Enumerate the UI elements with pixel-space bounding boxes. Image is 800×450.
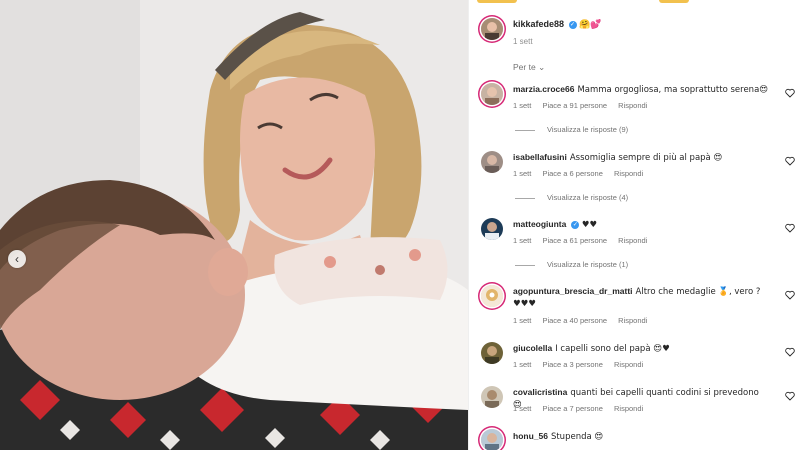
view-replies-button[interactable]: Visualizza le risposte (1) [515,260,628,269]
photo-illustration [0,0,468,450]
post-photo[interactable]: ‹ [0,0,468,450]
heart-outline-icon[interactable] [785,156,795,166]
likes-count[interactable]: Piace a 91 persone [542,101,607,110]
comment-time: 1 sett [513,404,532,413]
comment-text: Assomiglia sempre di più al papà 😍 [569,153,723,163]
comment-text-line: isabellafusini Assomiglia sempre di più a… [513,152,769,164]
replies-divider [515,129,535,131]
chevron-down-icon: ⌄ [538,62,546,72]
sort-label: Per te [513,62,536,72]
view-replies-label: Visualizza le risposte (9) [547,125,629,134]
comments-panel: kikkafede88 ✓ 🤗💕 1 sett Per te ⌄ marzia.… [468,0,800,450]
comment-time: 1 sett [513,169,532,178]
comment-time: 1 sett [513,236,532,245]
comment-text-line: matteogiunta ✓ ♥♥ [513,219,769,231]
replies-divider [515,264,535,266]
comment-meta: 1 sett Piace a 7 persone Rispondi [513,404,652,413]
likes-count[interactable]: Piace a 40 persone [542,316,607,325]
commenter-username[interactable]: matteogiunta [513,219,566,229]
likes-count[interactable]: Piace a 6 persone [542,169,602,178]
comment-text: Mamma orgogliosa, ma soprattutto serena😍 [577,85,769,95]
likes-count[interactable]: Piace a 61 persone [542,236,607,245]
replies-divider [515,197,535,199]
comment-text-line: giucolella I capelli sono del papà 😍♥ [513,343,769,355]
commenter-username[interactable]: marzia.croce66 [513,84,574,94]
instagram-post-view: ‹ kikkafede88 ✓ 🤗💕 1 sett Per te ⌄ marzi… [0,0,800,450]
comment-meta: 1 sett Piace a 6 persone Rispondi [513,169,652,178]
comment-text-line: honu_56 Stupenda 😍 [513,431,769,443]
reply-button[interactable]: Rispondi [614,169,643,178]
heart-outline-icon[interactable] [785,347,795,357]
caption-header: kikkafede88 ✓ 🤗💕 [513,19,602,30]
commenter-username[interactable]: isabellafusini [513,152,567,162]
view-replies-label: Visualizza le risposte (1) [547,260,629,269]
heart-outline-icon[interactable] [785,88,795,98]
comment-text: I capelli sono del papà 😍♥ [555,344,670,354]
reply-button[interactable]: Rispondi [618,236,647,245]
view-replies-button[interactable]: Visualizza le risposte (9) [515,125,628,134]
author-username[interactable]: kikkafede88 [513,19,564,29]
commenter-avatar[interactable] [481,386,503,408]
reply-button[interactable]: Rispondi [618,316,647,325]
comment-text: Stupenda 😍 [550,432,604,442]
comment-meta: 1 sett Piace a 61 persone Rispondi [513,236,656,245]
comment-text-line: marzia.croce66 Mamma orgogliosa, ma sopra… [513,84,769,96]
caption-text: 🤗💕 [579,20,602,30]
reply-button[interactable]: Rispondi [614,404,643,413]
commenter-username[interactable]: honu_56 [513,431,548,441]
commenter-avatar[interactable] [481,83,503,105]
author-avatar[interactable] [481,18,503,40]
commenter-avatar[interactable] [481,285,503,307]
heart-outline-icon[interactable] [785,391,795,401]
likes-count[interactable]: Piace a 7 persone [542,404,602,413]
comment-time: 1 sett [513,316,532,325]
commenter-username[interactable]: giucolella [513,343,552,353]
previous-photo-button[interactable]: ‹ [8,250,26,268]
likes-count[interactable]: Piace a 3 persone [542,360,602,369]
view-replies-label: Visualizza le risposte (4) [547,193,629,202]
view-replies-button[interactable]: Visualizza le risposte (4) [515,193,628,202]
commenter-username[interactable]: covalicristina [513,387,567,397]
commenter-avatar[interactable] [481,218,503,240]
verified-badge-icon: ✓ [571,220,580,229]
commenter-username[interactable]: agopuntura_brescia_dr_matti [513,286,633,296]
commenter-avatar[interactable] [481,151,503,173]
comment-text: ♥♥ [581,220,597,230]
commenter-avatar[interactable] [481,429,503,450]
commenter-avatar[interactable] [481,342,503,364]
sort-selector[interactable]: Per te ⌄ [513,62,545,73]
comment-meta: 1 sett Piace a 40 persone Rispondi [513,316,656,325]
top-strip [469,0,800,4]
heart-outline-icon[interactable] [785,223,795,233]
comment-meta: 1 sett Piace a 91 persone Rispondi [513,101,656,110]
comment-meta: 1 sett Piace a 3 persone Rispondi [513,360,652,369]
verified-badge-icon: ✓ [568,20,577,29]
reply-button[interactable]: Rispondi [614,360,643,369]
comment-time: 1 sett [513,101,532,110]
comment-text-line: agopuntura_brescia_dr_matti Altro che med… [513,286,769,310]
heart-outline-icon[interactable] [785,290,795,300]
reply-button[interactable]: Rispondi [618,101,647,110]
caption-time: 1 sett [513,37,533,46]
comment-time: 1 sett [513,360,532,369]
